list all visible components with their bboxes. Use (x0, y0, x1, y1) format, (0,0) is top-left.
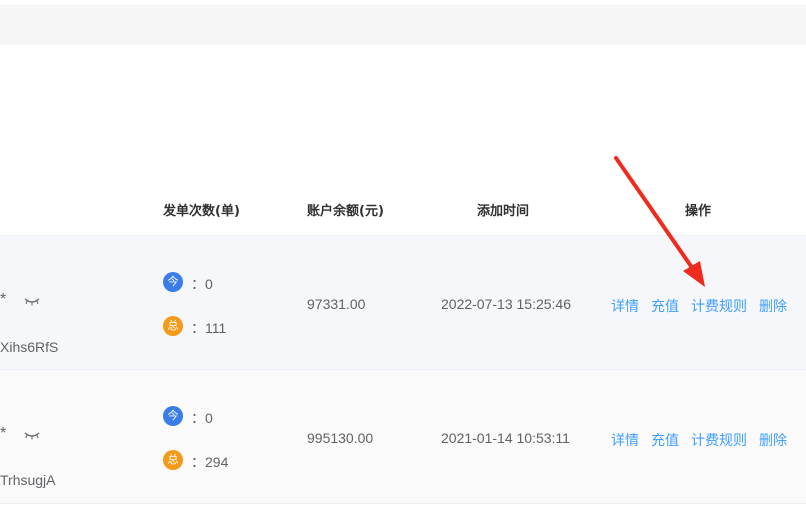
balance-value: 97331.00 (307, 296, 366, 312)
header-added-time: 添加时间 (477, 204, 530, 219)
added-time-value: 2021-01-14 10:53:11 (441, 430, 570, 446)
added-time-value: 2022-07-13 15:25:46 (441, 296, 571, 312)
delete-link[interactable]: 删除 (759, 296, 787, 316)
billing-rules-link[interactable]: 计费规则 (691, 430, 747, 450)
total-count: ：294 (191, 454, 229, 470)
today-badge: 今 (163, 406, 183, 426)
balance-value: 995130.00 (307, 430, 374, 446)
total-badge: 总 (163, 450, 183, 470)
top-toolbar-strip (0, 5, 806, 45)
table-header: 发单次数(单) 账户余额(元) 添加时间 操作 (0, 188, 806, 236)
masked-text: * (0, 291, 7, 308)
billing-rules-link[interactable]: 计费规则 (691, 296, 747, 316)
detail-link[interactable]: 详情 (611, 296, 639, 316)
account-code: TrhsugjA (0, 472, 56, 488)
account-table: 发单次数(单) 账户余额(元) 添加时间 操作 * Xihs6RfS 今 ：0 … (0, 188, 806, 504)
table-row: * Xihs6RfS 今 ：0 总 ：111 97331.00 2022-07-… (0, 236, 806, 370)
header-balance: 账户余额(元) (307, 204, 384, 219)
header-order-count: 发单次数(单) (163, 204, 240, 219)
eye-closed-icon[interactable] (24, 298, 40, 306)
today-count: ：0 (191, 410, 213, 426)
detail-link[interactable]: 详情 (611, 430, 639, 450)
account-code: Xihs6RfS (0, 339, 59, 355)
today-count: ：0 (191, 276, 213, 292)
masked-text: * (0, 425, 7, 442)
total-badge: 总 (163, 316, 183, 336)
recharge-link[interactable]: 充值 (651, 296, 679, 316)
table-row: * TrhsugjA 今 ：0 总 ：294 995130.00 2021-01… (0, 370, 806, 504)
eye-closed-icon[interactable] (24, 432, 40, 440)
total-count: ：111 (191, 320, 227, 336)
delete-link[interactable]: 删除 (759, 430, 787, 450)
row-actions: 详情 充值 计费规则 删除 (611, 430, 787, 450)
recharge-link[interactable]: 充值 (651, 430, 679, 450)
today-badge: 今 (163, 272, 183, 292)
row-actions: 详情 充值 计费规则 删除 (611, 296, 787, 316)
header-actions: 操作 (685, 204, 712, 219)
